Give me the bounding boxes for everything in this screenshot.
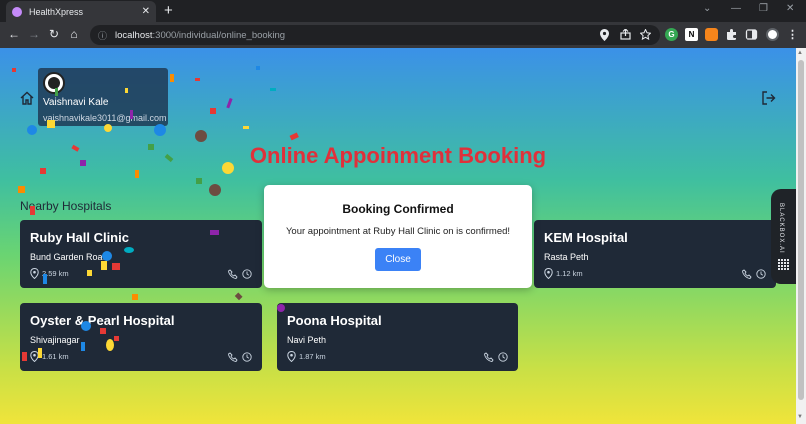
clock-icon[interactable]	[498, 351, 508, 362]
avatar	[43, 72, 65, 94]
hospital-distance: 2.59 km	[42, 269, 69, 278]
notion-extension-icon[interactable]: N	[685, 28, 698, 41]
confetti-piece	[270, 88, 276, 91]
logout-icon[interactable]	[761, 90, 777, 106]
location-icon[interactable]	[600, 29, 609, 41]
new-tab-button[interactable]: +	[164, 2, 173, 19]
browser-menu-icon[interactable]: ⋮	[786, 28, 799, 41]
hospital-name: Oyster & Pearl Hospital	[30, 313, 175, 328]
browser-home-button[interactable]: ⌂	[66, 27, 82, 41]
tab-search-icon[interactable]: ⌄	[703, 3, 711, 14]
confetti-piece	[234, 292, 243, 301]
url-path: :3000/individual/online_booking	[152, 29, 286, 41]
browser-tab[interactable]: HealthXpress ✕	[6, 1, 156, 22]
map-pin-icon	[544, 268, 553, 279]
clock-icon[interactable]	[756, 268, 766, 279]
phone-icon[interactable]	[742, 268, 752, 279]
modal-title: Booking Confirmed	[342, 202, 454, 216]
map-pin-icon	[287, 351, 296, 362]
blackbox-widget[interactable]: BLACKBOX.AI	[771, 189, 796, 284]
scroll-up-icon[interactable]: ▲	[797, 50, 803, 56]
hospital-card-footer: 1.87 km	[287, 351, 508, 362]
minimize-button[interactable]: —	[731, 3, 741, 14]
hospital-name: Poona Hospital	[287, 313, 382, 328]
reload-button[interactable]: ↻	[46, 27, 62, 41]
window-close-button[interactable]: ✕	[786, 3, 794, 14]
clock-icon[interactable]	[242, 268, 252, 279]
bookmark-star-icon[interactable]	[640, 29, 651, 40]
hospital-address: Navi Peth	[287, 335, 327, 345]
phone-icon[interactable]	[484, 351, 494, 362]
grammarly-extension-icon[interactable]: G	[665, 28, 678, 41]
user-name: Vaishnavi Kale	[43, 97, 109, 108]
confetti-piece	[27, 125, 37, 135]
hospital-card[interactable]: Ruby Hall Clinic Bund Garden Road 2.59 k…	[20, 220, 262, 288]
confetti-piece	[132, 294, 138, 300]
hospital-name: KEM Hospital	[544, 230, 628, 245]
phone-icon[interactable]	[228, 351, 238, 362]
confetti-piece	[243, 126, 249, 129]
user-profile-card: Vaishnavi Kale vaishnavikale3011@gmail.c…	[38, 68, 168, 126]
hospital-distance: 1.12 km	[556, 269, 583, 278]
forward-button[interactable]: →	[26, 27, 42, 41]
page-title: Online Appoinment Booking	[249, 143, 547, 168]
scroll-down-icon[interactable]: ▼	[797, 414, 803, 420]
confetti-piece	[226, 97, 233, 109]
phone-icon[interactable]	[228, 268, 238, 279]
user-avatar-icon	[48, 77, 60, 89]
booking-confirmed-modal: Booking Confirmed Your appointment at Ru…	[264, 185, 532, 288]
confetti-piece	[256, 66, 260, 70]
section-title: Nearby Hospitals	[20, 199, 112, 213]
map-pin-icon	[30, 268, 39, 279]
favicon-icon	[12, 6, 22, 17]
close-button[interactable]: Close	[375, 248, 421, 271]
confetti-piece	[289, 132, 299, 141]
hospital-card-footer: 1.61 km	[30, 351, 252, 362]
confetti-piece	[195, 78, 200, 81]
confetti-piece	[18, 186, 25, 193]
hospital-card[interactable]: KEM Hospital Rasta Peth 1.12 km	[534, 220, 776, 288]
blackbox-logo-icon	[778, 259, 789, 270]
hospital-card[interactable]: Poona Hospital Navi Peth 1.87 km	[277, 303, 518, 371]
url-host: localhost	[115, 29, 153, 41]
tab-title: HealthXpress	[29, 6, 84, 17]
back-button[interactable]: ←	[6, 27, 22, 41]
hospital-distance: 1.61 km	[42, 352, 69, 361]
metamask-extension-icon[interactable]	[705, 28, 718, 41]
clock-icon[interactable]	[242, 351, 252, 362]
confetti-piece	[170, 74, 174, 82]
hospital-distance: 1.87 km	[299, 352, 326, 361]
hospital-card-footer: 2.59 km	[30, 268, 252, 279]
profile-avatar-icon[interactable]	[766, 28, 779, 41]
hospital-address: Bund Garden Road	[30, 252, 108, 262]
map-pin-icon	[30, 351, 39, 362]
page-scrollbar[interactable]: ▲ ▼	[796, 48, 806, 424]
scrollbar-thumb[interactable]	[798, 60, 804, 400]
hospital-address: Rasta Peth	[544, 252, 589, 262]
modal-message: Your appointment at Ruby Hall Clinic on …	[285, 226, 511, 237]
user-email: vaishnavikale3011@gmail.com	[43, 113, 167, 123]
blackbox-label: BLACKBOX.AI	[778, 203, 784, 254]
page-content: Vaishnavi Kale vaishnavikale3011@gmail.c…	[0, 48, 796, 424]
browser-toolbar: ← → ↻ ⌂ ⓘ localhost :3000/individual/onl…	[0, 22, 806, 48]
hospital-card[interactable]: Oyster & Pearl Hospital Shivajinagar 1.6…	[20, 303, 262, 371]
extensions-puzzle-icon[interactable]	[725, 28, 738, 41]
confetti-piece	[12, 68, 16, 72]
browser-tab-bar: HealthXpress ✕ + ⌄ — ❐ ✕	[0, 0, 806, 22]
confetti-piece	[135, 170, 139, 178]
confetti-piece	[209, 184, 221, 196]
confetti-piece	[195, 130, 207, 142]
tab-close-icon[interactable]: ✕	[142, 6, 150, 17]
hospital-card-footer: 1.12 km	[544, 268, 766, 279]
restore-button[interactable]: ❐	[759, 3, 768, 14]
confetti-piece	[196, 178, 202, 184]
home-icon[interactable]	[19, 90, 35, 106]
hospital-address: Shivajinagar	[30, 335, 80, 345]
confetti-piece	[210, 108, 216, 114]
site-info-icon[interactable]: ⓘ	[98, 29, 107, 42]
hospital-name: Ruby Hall Clinic	[30, 230, 129, 245]
address-bar[interactable]: ⓘ localhost :3000/individual/online_book…	[90, 25, 660, 45]
share-icon[interactable]	[620, 29, 631, 40]
side-panel-icon[interactable]	[745, 28, 758, 41]
